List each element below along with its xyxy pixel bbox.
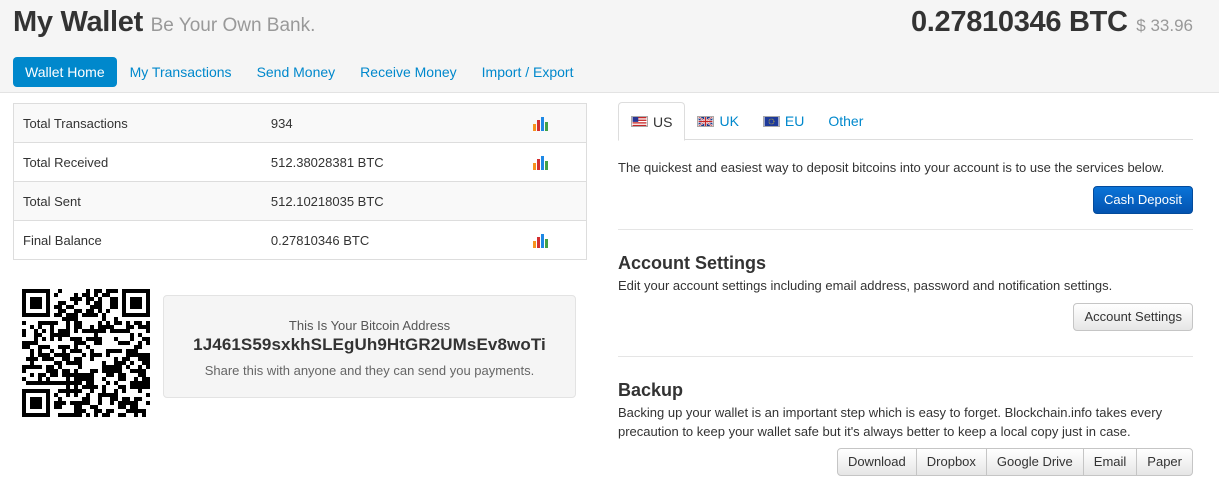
nav-my-transactions[interactable]: My Transactions	[118, 57, 244, 87]
balance-btc: 0.27810346 BTC	[910, 6, 1128, 38]
nav-wallet-home[interactable]: Wallet Home	[13, 57, 117, 87]
account-settings-description: Edit your account settings including ema…	[618, 278, 1113, 293]
uk-flag-icon	[697, 115, 715, 127]
bar-chart-icon[interactable]	[533, 233, 549, 248]
tab-label: Other	[828, 113, 864, 129]
main-nav: Wallet Home My Transactions Send Money R…	[13, 57, 586, 87]
tab-eu[interactable]: EU	[751, 102, 816, 140]
tab-label: US	[653, 113, 673, 130]
tab-label: UK	[719, 113, 739, 129]
stat-label: Final Balance	[13, 220, 262, 260]
tab-label: EU	[784, 113, 805, 129]
stat-label: Total Received	[13, 142, 262, 182]
table-row: Total Transactions 934	[13, 103, 587, 143]
deposit-region-tabs: US UK EU Other	[618, 102, 1193, 141]
nav-send-money[interactable]: Send Money	[245, 57, 348, 87]
backup-description: Backing up your wallet is an important s…	[618, 405, 1163, 439]
stat-value: 512.10218035 BTC	[261, 181, 519, 221]
section-divider	[618, 229, 1193, 230]
qr-code-icon	[22, 289, 150, 417]
stat-value: 934	[261, 103, 519, 143]
stat-chart-cell	[518, 103, 587, 143]
bar-chart-icon[interactable]	[533, 155, 549, 170]
address-label: This Is Your Bitcoin Address	[288, 318, 451, 333]
stat-chart-cell	[518, 181, 587, 221]
bar-chart-icon[interactable]	[533, 116, 549, 131]
stat-value: 0.27810346 BTC	[261, 220, 519, 260]
section-divider	[618, 356, 1193, 357]
stat-label: Total Sent	[13, 181, 262, 221]
backup-button-group: Download Dropbox Google Drive Email Pape…	[836, 448, 1193, 476]
backup-dropbox-button[interactable]: Dropbox	[915, 448, 987, 476]
tab-other[interactable]: Other	[816, 102, 875, 140]
stat-chart-cell	[518, 142, 587, 182]
tab-uk[interactable]: UK	[685, 102, 750, 140]
backup-download-button[interactable]: Download	[836, 448, 917, 476]
balance-usd[interactable]: $ 33.96	[1136, 16, 1193, 35]
stat-value: 512.38028381 BTC	[261, 142, 519, 182]
table-row: Final Balance 0.27810346 BTC	[13, 220, 587, 260]
account-settings-title: Account Settings	[618, 253, 767, 273]
cash-deposit-button[interactable]: Cash Deposit	[1092, 186, 1193, 214]
nav-import-export[interactable]: Import / Export	[470, 57, 586, 87]
tab-us[interactable]: US	[618, 102, 686, 141]
wallet-balance: 0.27810346 BTC $ 33.96	[911, 6, 1193, 39]
backup-email-button[interactable]: Email	[1082, 448, 1138, 476]
stat-label: Total Transactions	[13, 103, 262, 143]
nav-receive-money[interactable]: Receive Money	[348, 57, 469, 87]
backup-title: Backup	[618, 380, 684, 400]
wallet-tagline: Be Your Own Bank.	[150, 15, 316, 36]
account-settings-button[interactable]: Account Settings	[1073, 303, 1193, 331]
table-row: Total Sent 512.10218035 BTC	[13, 181, 587, 221]
table-row: Total Received 512.38028381 BTC	[13, 142, 587, 182]
bitcoin-address-box: This Is Your Bitcoin Address 1J461S59sxk…	[163, 295, 576, 398]
wallet-stats-table: Total Transactions 934 Total Received 51…	[13, 103, 587, 260]
bitcoin-address[interactable]: 1J461S59sxkhSLEgUh9HtGR2UMsEv8woTi	[164, 335, 575, 355]
page-title: My Wallet Be Your Own Bank.	[13, 6, 315, 39]
backup-paper-button[interactable]: Paper	[1136, 448, 1193, 476]
wallet-title: My Wallet	[13, 6, 143, 38]
us-flag-icon	[631, 116, 648, 127]
deposit-description: The quickest and easiest way to deposit …	[618, 160, 1165, 175]
address-hint: Share this with anyone and they can send…	[204, 363, 535, 378]
eu-flag-icon	[762, 115, 780, 127]
header-band: My Wallet Be Your Own Bank. 0.27810346 B…	[0, 0, 1219, 93]
stat-chart-cell	[518, 220, 587, 260]
backup-google-drive-button[interactable]: Google Drive	[985, 448, 1084, 476]
